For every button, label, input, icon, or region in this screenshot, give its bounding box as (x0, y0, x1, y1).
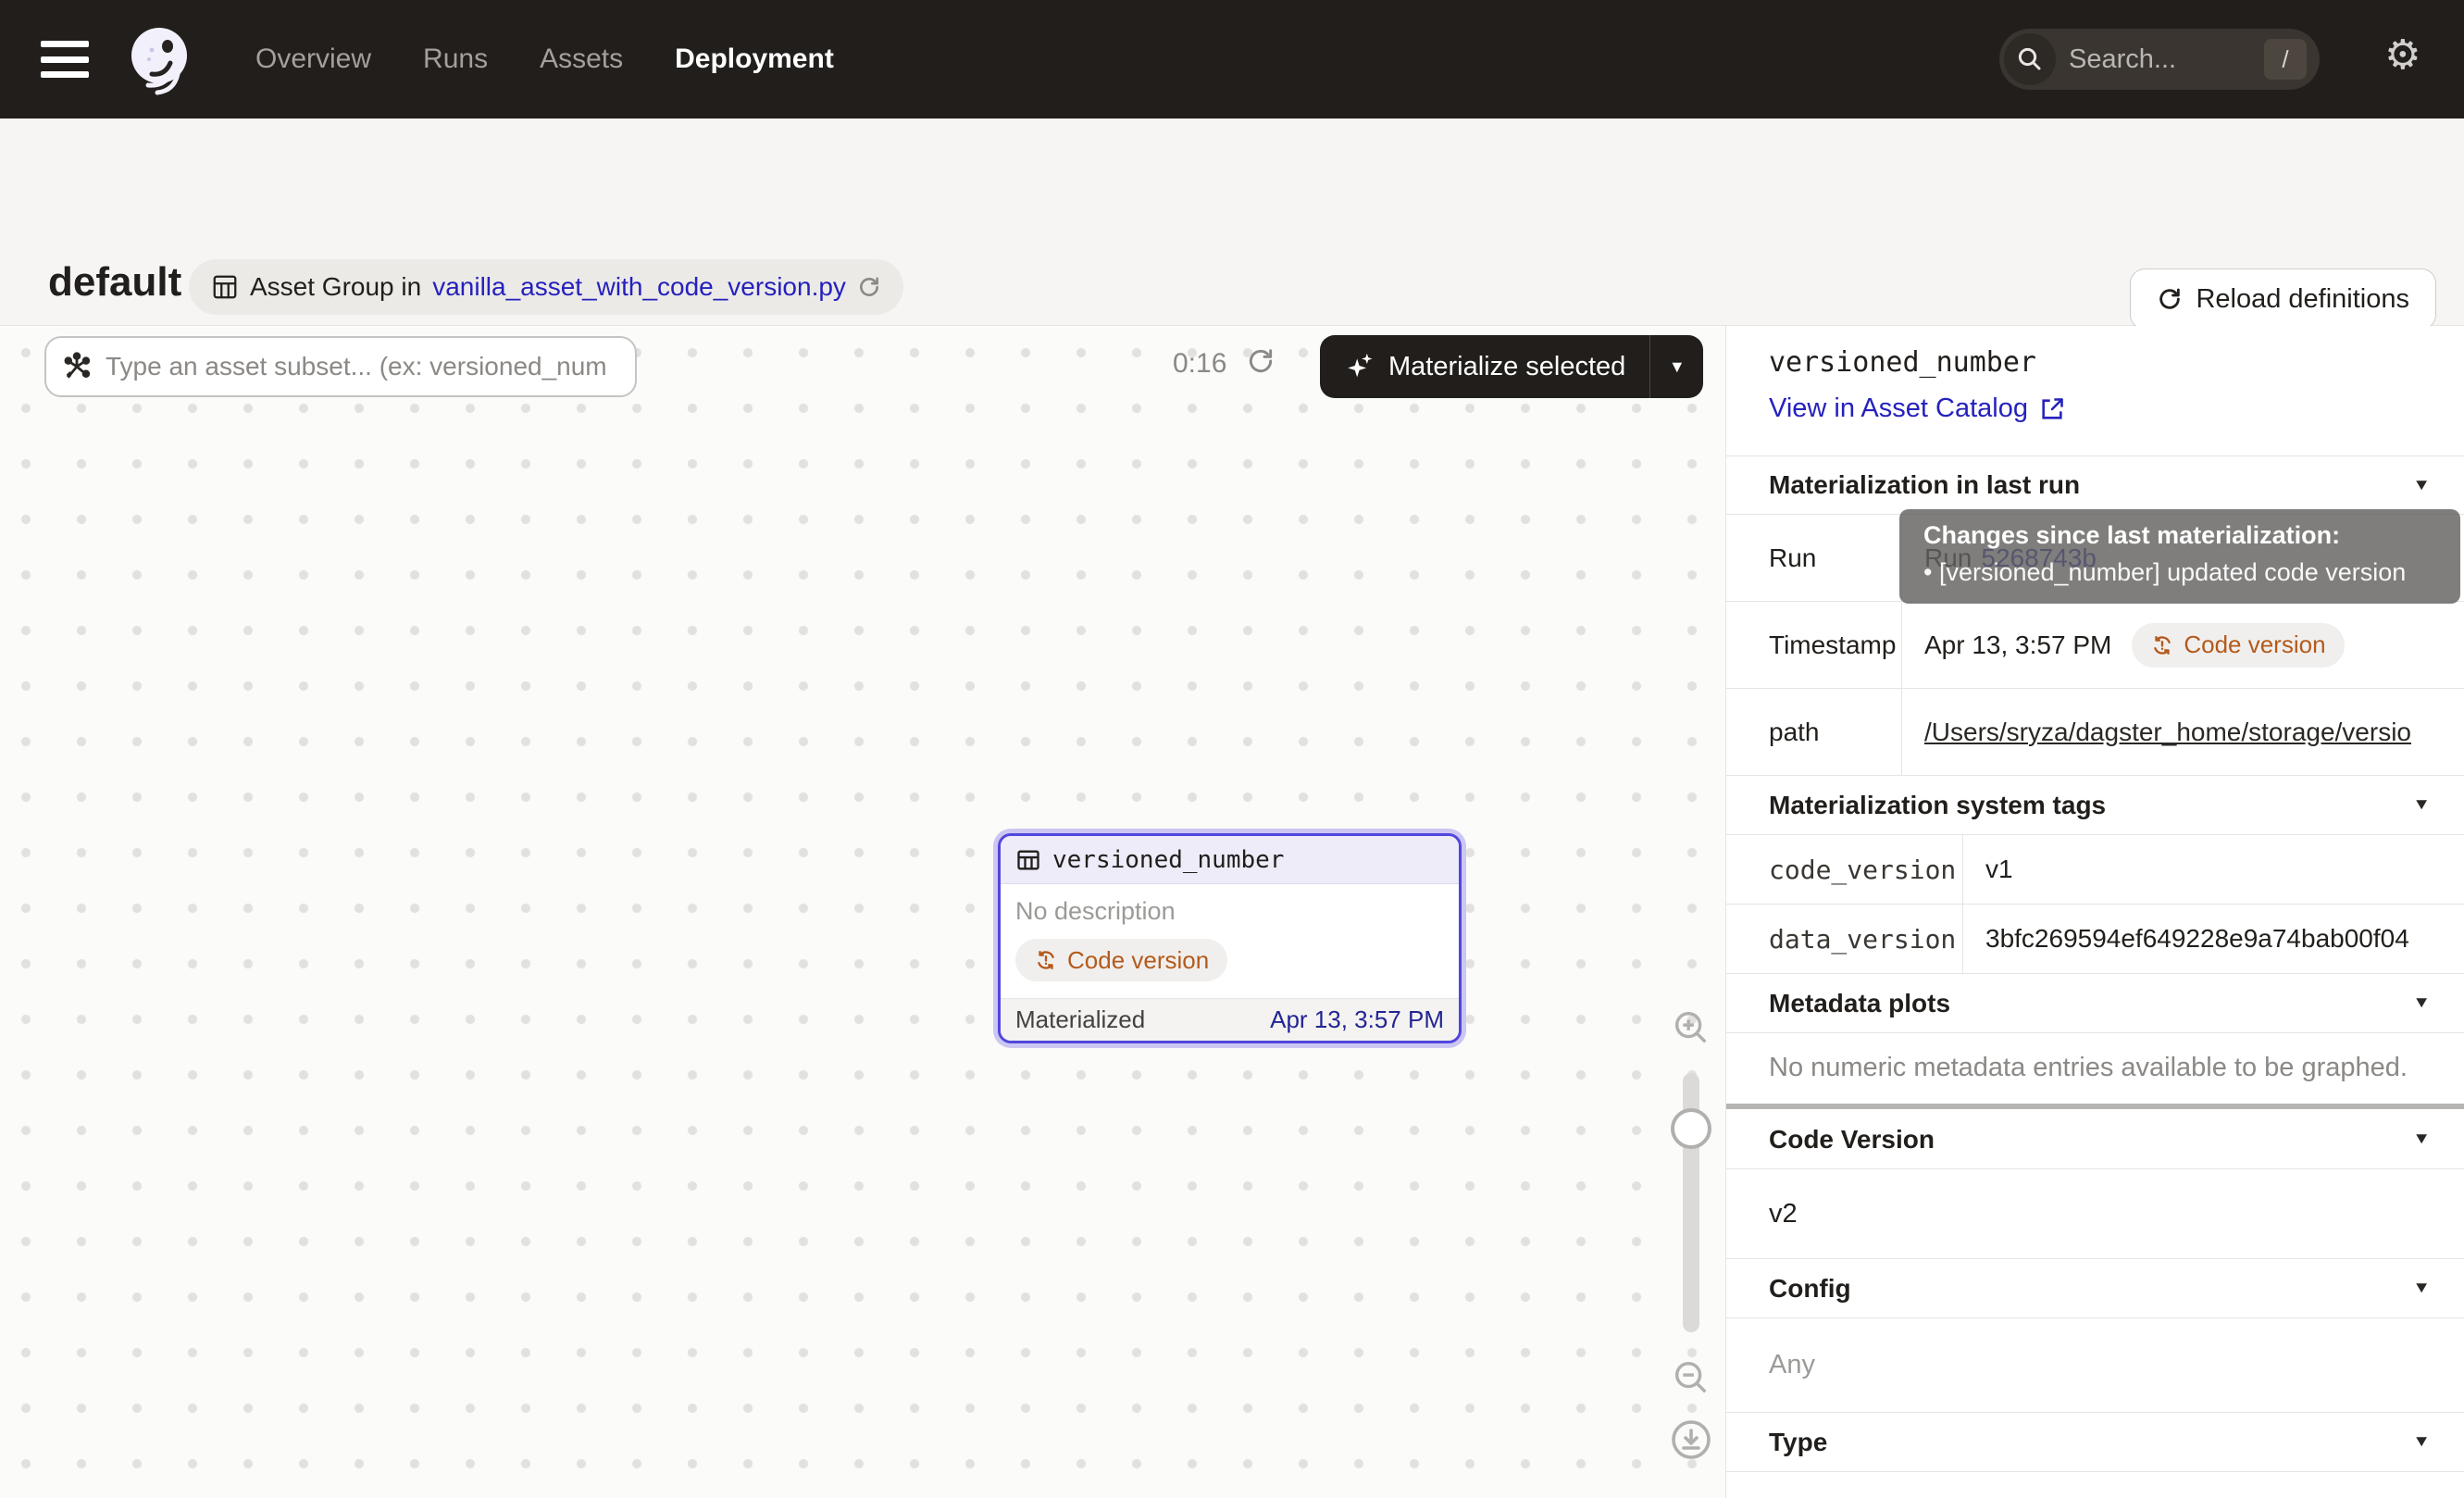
reload-definitions-button[interactable]: Reload definitions (2130, 268, 2436, 330)
materialized-time[interactable]: Apr 13, 3:57 PM (1270, 1005, 1444, 1034)
path-link[interactable]: /Users/sryza/dagster_home/storage/versio (1924, 718, 2411, 747)
materialize-selected-button[interactable]: Materialize selected ▼ (1320, 335, 1703, 398)
timestamp-value: Apr 13, 3:57 PM (1924, 630, 2111, 660)
nav-deployment[interactable]: Deployment (675, 44, 834, 75)
view-in-asset-catalog-link[interactable]: View in Asset Catalog (1769, 393, 2065, 424)
config-value: Any (1726, 1318, 2464, 1413)
asset-detail-panel: versioned_number View in Asset Catalog M… (1726, 326, 2464, 1498)
asset-node-description: No description (1015, 897, 1444, 926)
collapse-caret-icon[interactable]: ▼ (2412, 1130, 2431, 1149)
collapse-caret-icon[interactable]: ▼ (2412, 476, 2431, 494)
collapse-caret-icon[interactable]: ▼ (2412, 796, 2431, 815)
materialize-label: Materialize selected (1388, 352, 1625, 382)
code-version-value: v2 (1726, 1169, 2464, 1259)
section-type[interactable]: Type ▼ (1726, 1413, 2464, 1472)
asset-group-icon (211, 273, 239, 301)
row-label-timestamp: Timestamp (1726, 602, 1902, 688)
code-version-badge[interactable]: Code version (1015, 939, 1227, 981)
section-header-label: Config (1769, 1274, 1851, 1304)
section-header-label: Metadata plots (1769, 989, 1950, 1018)
tooltip-item: • [versioned_number] updated code versio… (1923, 558, 2436, 587)
asset-group-prefix: Asset Group in (250, 272, 421, 302)
collapse-caret-icon[interactable]: ▼ (2412, 994, 2431, 1013)
panel-asset-name: versioned_number (1769, 346, 2464, 379)
primary-nav: Overview Runs Assets Deployment (255, 44, 834, 75)
section-code-version[interactable]: Code Version ▼ (1726, 1110, 2464, 1169)
global-search[interactable]: / (1999, 29, 2320, 90)
code-version-sync-icon (1034, 948, 1058, 972)
data-version-value: 3bfc269594ef649228e9a74bab00f04 (1963, 905, 2464, 973)
menu-icon[interactable] (41, 41, 89, 78)
zoom-slider[interactable] (1683, 1073, 1699, 1332)
page-header: default Asset Group in vanilla_asset_wit… (0, 119, 2464, 326)
dagster-logo[interactable] (124, 22, 198, 96)
section-header-label: Type (1769, 1428, 1827, 1457)
changes-tooltip: Changes since last materialization: • [v… (1899, 509, 2460, 604)
nav-runs[interactable]: Runs (423, 44, 488, 75)
table-row: data_version 3bfc269594ef649228e9a74bab0… (1726, 905, 2464, 974)
reload-icon (2157, 286, 2183, 312)
top-nav: Overview Runs Assets Deployment / ⚙ (0, 0, 2464, 119)
asset-group-refresh-icon[interactable] (857, 275, 881, 299)
asset-group-pill: Asset Group in vanilla_asset_with_code_v… (189, 259, 903, 315)
asset-node-header: versioned_number (1001, 836, 1459, 884)
materialize-main[interactable]: Materialize selected (1320, 335, 1649, 398)
code-version-badge-label: Code version (1067, 946, 1209, 975)
section-system-tags[interactable]: Materialization system tags ▼ (1726, 776, 2464, 835)
nav-overview[interactable]: Overview (255, 44, 371, 75)
materialized-status: Materialized (1015, 1005, 1145, 1034)
table-row: code_version v1 (1726, 835, 2464, 905)
section-header-label: Code Version (1769, 1125, 1935, 1155)
section-header-label: Materialization system tags (1769, 791, 2106, 820)
section-config[interactable]: Config ▼ (1726, 1259, 2464, 1318)
panel-title-block: versioned_number View in Asset Catalog (1726, 326, 2464, 456)
code-version-badge-label: Code version (2184, 630, 2325, 659)
reload-definitions-label: Reload definitions (2196, 284, 2409, 315)
zoom-out-icon[interactable] (1670, 1356, 1712, 1399)
settings-gear-icon[interactable]: ⚙ (2384, 35, 2420, 76)
collapse-caret-icon[interactable]: ▼ (2412, 1433, 2431, 1452)
asset-group-file-link[interactable]: vanilla_asset_with_code_version.py (432, 272, 846, 302)
search-icon (2004, 33, 2056, 85)
code-version-badge[interactable]: Code version (2132, 623, 2344, 668)
asset-node-versioned-number[interactable]: versioned_number No description Code ver… (998, 833, 1462, 1043)
row-label-path: path (1726, 689, 1902, 775)
asset-subset-input[interactable] (106, 352, 620, 381)
asset-node-body: No description Code version (1001, 884, 1459, 998)
refresh-timer: 0:16 (1173, 348, 1226, 380)
system-tags-table: code_version v1 data_version 3bfc269594e… (1726, 835, 2464, 974)
panel-resize-splitter[interactable] (1726, 1103, 2464, 1110)
zoom-slider-handle[interactable] (1671, 1108, 1711, 1149)
asset-subset-field (44, 336, 637, 397)
sparkle-icon (1344, 351, 1375, 382)
row-label-run: Run (1726, 515, 1902, 601)
section-header-label: Materialization in last run (1769, 470, 2080, 500)
section-materialization-last-run[interactable]: Materialization in last run ▼ (1726, 456, 2464, 515)
zoom-controls (1662, 1006, 1720, 1462)
materialize-dropdown-caret[interactable]: ▼ (1649, 335, 1703, 398)
asset-node-footer: Materialized Apr 13, 3:57 PM (1001, 998, 1459, 1041)
search-input[interactable] (2069, 44, 2264, 75)
external-link-icon (2039, 396, 2065, 422)
view-in-asset-catalog-label: View in Asset Catalog (1769, 393, 2028, 424)
nav-assets[interactable]: Assets (540, 44, 623, 75)
search-shortcut-key: / (2264, 39, 2307, 80)
section-metadata-plots[interactable]: Metadata plots ▼ (1726, 974, 2464, 1033)
lineage-canvas[interactable]: 0:16 Materialize selected ▼ versioned_nu… (0, 326, 1726, 1498)
collapse-caret-icon[interactable]: ▼ (2412, 1280, 2431, 1298)
metadata-plots-empty-message: No numeric metadata entries available to… (1726, 1033, 2464, 1103)
table-icon (1015, 847, 1041, 873)
asset-node-name: versioned_number (1052, 846, 1284, 874)
page-title: default (48, 259, 181, 306)
code-version-value: v1 (1963, 835, 2464, 904)
graph-selector-icon (61, 351, 93, 382)
download-image-icon[interactable] (1669, 1417, 1713, 1462)
zoom-in-icon[interactable] (1670, 1006, 1712, 1049)
table-row: Timestamp Apr 13, 3:57 PM Code version (1726, 602, 2464, 689)
tooltip-title: Changes since last materialization: (1923, 521, 2436, 550)
row-label-data-version: data_version (1726, 905, 1963, 973)
canvas-refresh-icon[interactable] (1246, 346, 1276, 376)
table-row: path /Users/sryza/dagster_home/storage/v… (1726, 689, 2464, 776)
row-label-code-version: code_version (1726, 835, 1963, 904)
